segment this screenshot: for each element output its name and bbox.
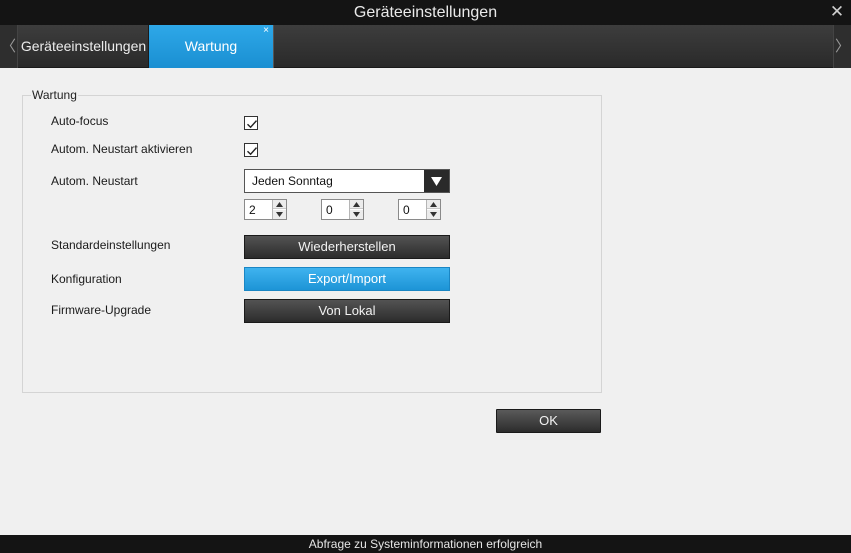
tab-maintenance[interactable]: Wartung × (149, 25, 273, 68)
chevron-right-icon[interactable]: 〉 (833, 25, 851, 68)
spinner-value: 0 (326, 203, 333, 217)
spinner-buttons (349, 200, 363, 219)
export-import-button[interactable]: Export/Import (244, 267, 450, 291)
title-bar: Geräteeinstellungen ✕ (0, 0, 851, 25)
tab-label: Geräteeinstellungen (20, 38, 147, 54)
spin-down-icon[interactable] (427, 210, 440, 219)
status-text: Abfrage zu Systeminformationen erfolgrei… (308, 537, 543, 551)
spin-up-icon[interactable] (427, 200, 440, 209)
spinner-buttons (272, 200, 286, 219)
tab-divider (273, 25, 274, 68)
restart-hour-spinner[interactable]: 2 (244, 199, 287, 220)
spinner-buttons (426, 200, 440, 219)
autofocus-label: Auto-focus (51, 114, 109, 128)
configuration-label: Konfiguration (51, 272, 122, 286)
tab-bar: 〈 Geräteeinstellungen Wartung × 〉 (0, 25, 851, 68)
group-title: Wartung (31, 88, 78, 102)
tab-device-settings[interactable]: Geräteeinstellungen (19, 25, 149, 68)
restart-second-spinner[interactable]: 0 (398, 199, 441, 220)
dropdown-button[interactable] (424, 170, 449, 192)
spinner-value: 2 (249, 203, 256, 217)
auto-restart-enable-label: Autom. Neustart aktivieren (51, 142, 193, 156)
restart-schedule-select[interactable]: Jeden Sonntag (244, 169, 450, 193)
local-upgrade-button[interactable]: Von Lokal (244, 299, 450, 323)
checkmark-icon (247, 147, 258, 156)
autofocus-checkbox[interactable] (244, 116, 258, 130)
tab-label: Wartung (184, 38, 238, 54)
select-value: Jeden Sonntag (252, 174, 333, 188)
status-bar: Abfrage zu Systeminformationen erfolgrei… (0, 535, 851, 553)
firmware-upgrade-label: Firmware-Upgrade (51, 303, 152, 317)
content-panel: Wartung Auto-focus Autom. Neustart aktiv… (0, 68, 851, 535)
window-title: Geräteeinstellungen (353, 4, 498, 21)
auto-restart-label: Autom. Neustart (51, 174, 138, 188)
spin-up-icon[interactable] (350, 200, 363, 209)
spinner-value: 0 (403, 203, 410, 217)
spin-down-icon[interactable] (273, 210, 286, 219)
close-icon[interactable]: ✕ (829, 0, 845, 25)
restart-minute-spinner[interactable]: 0 (321, 199, 364, 220)
ok-button[interactable]: OK (496, 409, 601, 433)
spin-down-icon[interactable] (350, 210, 363, 219)
checkmark-icon (247, 120, 258, 129)
chevron-left-icon[interactable]: 〈 (0, 25, 18, 68)
auto-restart-enable-checkbox[interactable] (244, 143, 258, 157)
close-tab-icon[interactable]: × (263, 9, 269, 52)
restore-button[interactable]: Wiederherstellen (244, 235, 450, 259)
triangle-down-icon (431, 177, 442, 186)
spin-up-icon[interactable] (273, 200, 286, 209)
default-settings-label: Standardeinstellungen (51, 238, 171, 252)
